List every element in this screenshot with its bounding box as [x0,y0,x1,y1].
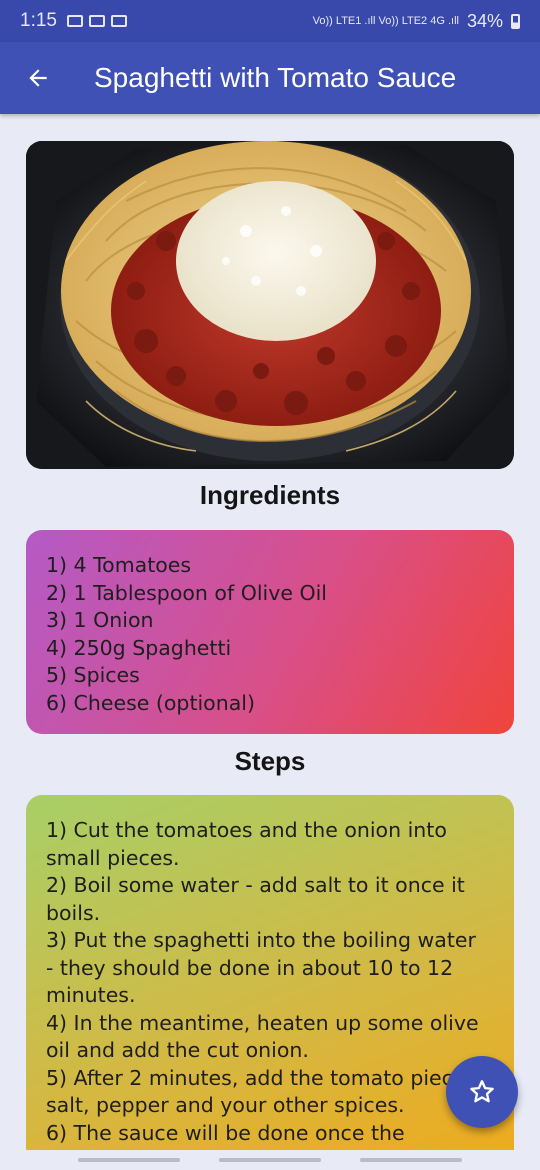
star-outline-icon [470,1080,494,1103]
status-right: Vo)) LTE1 .ıll Vo)) LTE2 4G .ıll 34% [313,11,520,32]
step-line: boils. [46,900,101,925]
ingredient-item: 6) Cheese (optional) [46,690,255,715]
ingredients-heading: Ingredients [199,480,341,510]
ingredient-item: 1) 4 Tomatoes [46,553,192,577]
nav-recents-pill[interactable] [78,1158,180,1162]
step-line: small pieces. [46,845,180,870]
nav-back-pill[interactable] [360,1158,462,1162]
app-notification-icon [110,15,127,27]
step-line: 5) After 2 minutes, add the tomato piece… [46,1065,483,1090]
arrow-back-icon [29,69,47,87]
step-line: 1) Cut the tomatoes and the onion into [46,818,447,842]
battery-icon [511,13,520,29]
ingredient-item: 5) Spices [46,663,140,687]
ingredient-item: 2) 1 Tablespoon of Olive Oil [46,580,328,605]
ingredient-item: 3) 1 Onion [46,608,154,632]
step-line: minutes. [46,983,136,1007]
steps-heading: Steps [234,746,306,776]
recipe-content[interactable]: Ingredients 1) 4 Tomatoes 2) 1 Tablespoo… [0,114,540,1150]
spaghetti-image [26,141,514,469]
back-button[interactable] [20,60,56,96]
screen-notification-icon [88,15,105,27]
nav-home-pill[interactable] [219,1158,321,1162]
page-title: Spaghetti with Tomato Sauce [94,62,457,93]
ingredient-item: 4) 250g Spaghetti [46,635,232,660]
status-time: 1:15 [20,10,57,31]
gallery-notification-icon [66,15,83,27]
notification-icons [66,15,127,27]
step-line: 2) Boil some water - add salt to it once… [46,873,465,897]
app-bar: Spaghetti with Tomato Sauce [0,42,540,114]
step-line: oil and add the cut onion. [46,1038,309,1062]
favorite-button[interactable] [446,1056,518,1128]
status-bar: 1:15 Vo)) LTE1 .ıll Vo)) LTE2 4G .ıll 34… [0,0,540,42]
step-line: 4) In the meantime, heaten up some olive [46,1010,479,1035]
recipe-photo [26,141,514,469]
step-line: 3) Put the spaghetti into the boiling wa… [46,928,476,952]
signal-icon: Vo)) LTE1 .ıll Vo)) LTE2 4G .ıll [312,15,459,27]
battery-percentage: 34% [466,10,503,31]
steps-card: 1) Cut the tomatoes and the onion into s… [26,795,514,1150]
step-line: 6) The sauce will be done once the [46,1120,405,1145]
ingredients-card: 1) 4 Tomatoes 2) 1 Tablespoon of Olive O… [26,530,514,734]
step-line: - they should be done in about 10 to 12 [46,955,454,980]
step-line: salt, pepper and your other spices. [46,1093,405,1117]
system-nav-bar [0,1150,540,1170]
